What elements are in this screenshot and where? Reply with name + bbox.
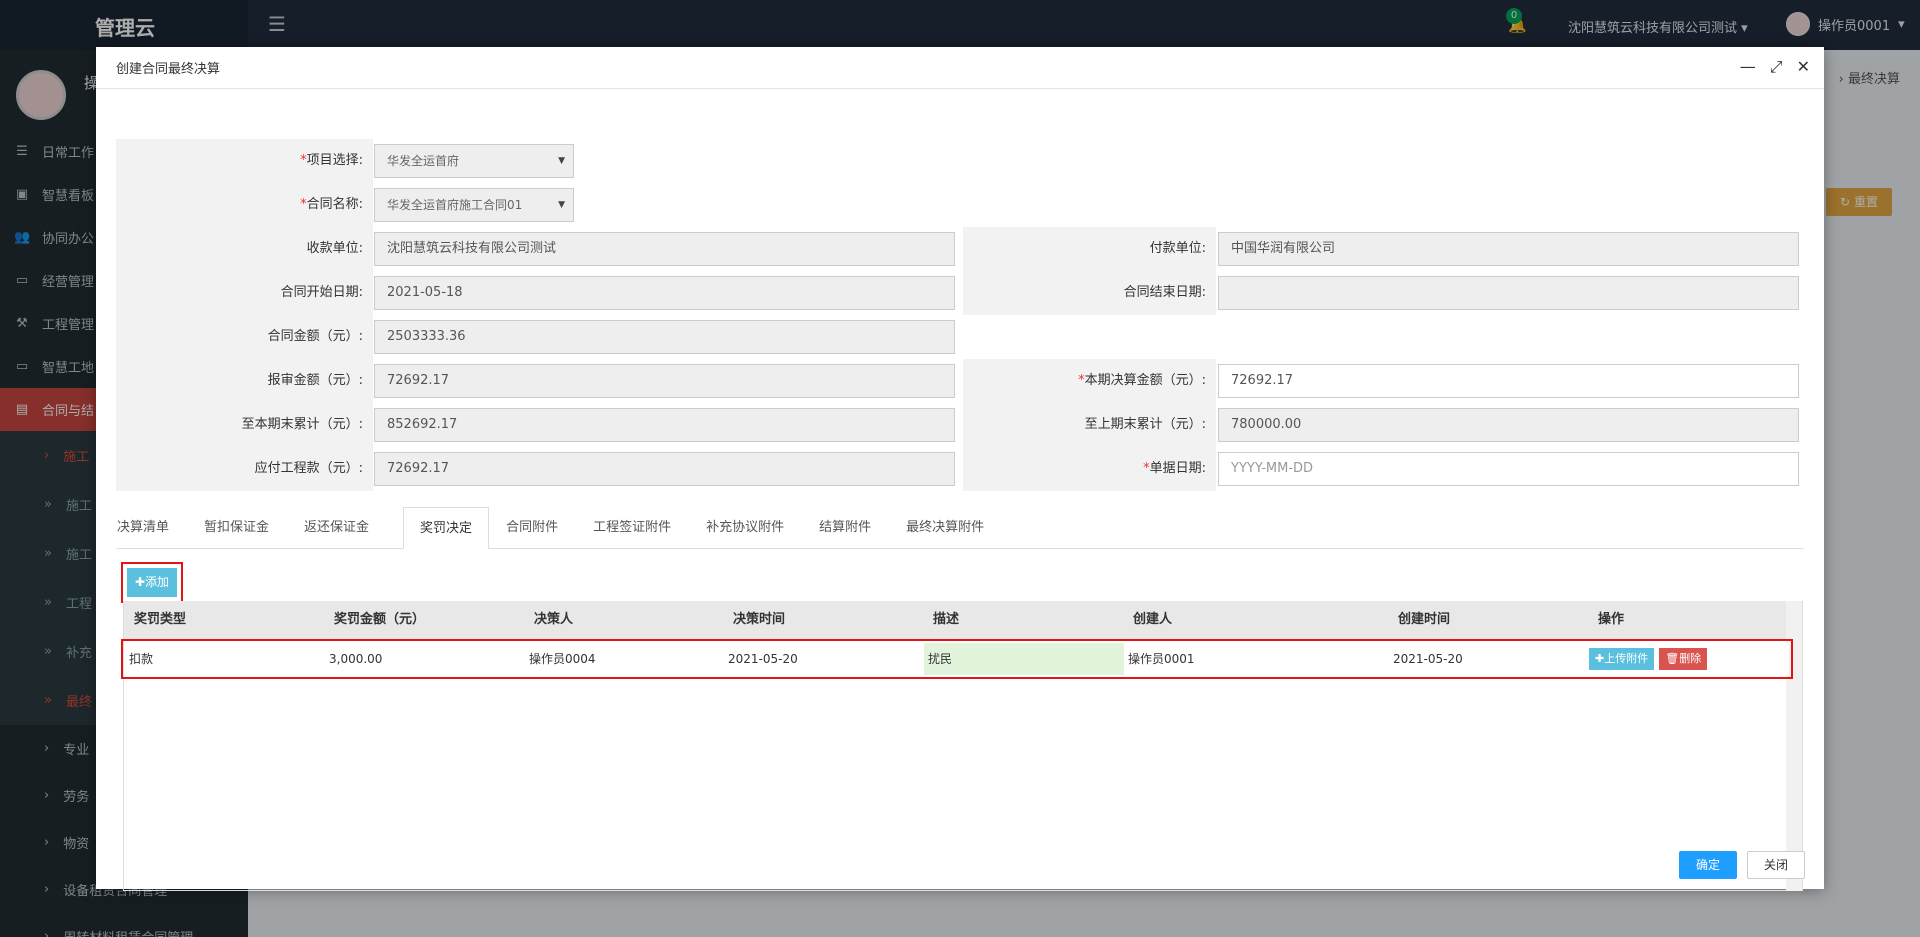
doc-date-label: *单据日期: (963, 447, 1216, 491)
payer-label: 付款单位: (963, 227, 1216, 271)
start-date-field: 2021-05-18 (374, 276, 955, 310)
contract-name-select[interactable]: 华发全运首府施工合同01 ▼ (374, 188, 574, 222)
column-header: 奖罚金额（元） (334, 612, 426, 627)
end-date-label: 合同结束日期: (963, 271, 1216, 315)
column-header: 创建人 (1133, 612, 1173, 627)
end-date-field (1218, 276, 1799, 310)
tab-withheld-deposit[interactable]: 暂扣保证金 (203, 507, 287, 549)
column-header: 操作 (1598, 612, 1625, 627)
delete-button[interactable]: 🗑删除 (1659, 648, 1708, 670)
cumulative-to-now-field: 852692.17 (374, 408, 955, 442)
cell-created-time: 2021-05-20 (1393, 652, 1463, 666)
tab-returned-deposit[interactable]: 返还保证金 (303, 507, 387, 549)
maximize-icon[interactable]: ⤢ (1770, 57, 1783, 77)
contract-name-value: 华发全运首府施工合同01 (387, 198, 523, 212)
doc-date-input[interactable]: YYYY-MM-DD (1218, 452, 1799, 486)
modal-title: 创建合同最终决算 (116, 62, 221, 77)
modal-header: 创建合同最终决算 (96, 47, 1824, 89)
column-header: 奖罚类型 (134, 612, 187, 627)
close-icon[interactable]: ✕ (1797, 57, 1810, 77)
reward-penalty-table: 奖罚类型 奖罚金额（元） 决策人 决策时间 描述 创建人 创建时间 操作 扣款 … (121, 601, 1803, 891)
minimize-icon[interactable]: — (1740, 57, 1756, 77)
settlement-form: *项目选择: 华发全运首府 ▼ *合同名称: 华发全运首府施工合同01 ▼ 收款单位… (116, 139, 1801, 491)
project-select-value: 华发全运首府 (387, 154, 460, 168)
upload-label: 上传附件 (1604, 652, 1649, 665)
start-date-label: 合同开始日期: (116, 271, 373, 315)
cumulative-prev-field: 780000.00 (1218, 408, 1799, 442)
row-highlight: 扣款 3,000.00 操作员0004 2021-05-20 扰民 操作员000… (121, 639, 1793, 679)
add-button-label: 添加 (145, 575, 170, 589)
create-settlement-modal: 创建合同最终决算 — ⤢ ✕ *项目选择: 华发全运首府 ▼ *合同名称: 华发全… (96, 47, 1824, 891)
current-settlement-input[interactable]: 72692.17 (1218, 364, 1799, 398)
contract-name-label: *合同名称: (116, 183, 373, 227)
column-header: 决策人 (534, 612, 574, 627)
settlement-tabs: 决算清单 暂扣保证金 返还保证金 奖罚决定 合同附件 工程签证附件 补充协议附件… (116, 507, 1804, 549)
close-button[interactable]: 关闭 (1747, 851, 1805, 879)
reported-amount-field: 72692.17 (374, 364, 955, 398)
contract-amount-label: 合同金额（元）: (116, 315, 373, 359)
table-row[interactable]: 扣款 3,000.00 操作员0004 2021-05-20 扰民 操作员000… (125, 643, 1789, 675)
add-button-highlight: ✚添加 (121, 562, 183, 603)
contract-amount-field: 2503333.36 (374, 320, 955, 354)
payable-field: 72692.17 (374, 452, 955, 486)
plus-icon: ✚ (134, 575, 146, 589)
add-button[interactable]: ✚添加 (127, 568, 177, 597)
project-select[interactable]: 华发全运首府 ▼ (374, 144, 574, 178)
current-settlement-label: *本期决算金额（元）: (963, 359, 1216, 403)
cell-creator: 操作员0001 (1128, 652, 1195, 666)
payable-label: 应付工程款（元）: (116, 447, 373, 491)
caret-down-icon: ▼ (558, 200, 565, 210)
payee-field: 沈阳慧筑云科技有限公司测试 (374, 232, 955, 266)
cell-decision-time: 2021-05-20 (728, 652, 798, 666)
tab-settlement-list[interactable]: 决算清单 (116, 507, 187, 549)
cell-description: 扰民 (924, 643, 1124, 675)
cell-amount: 3,000.00 (329, 652, 383, 666)
cumulative-prev-label: 至上期末累计（元）: (963, 403, 1216, 447)
trash-icon: 🗑 (1665, 652, 1680, 665)
delete-label: 删除 (1679, 652, 1702, 665)
project-label: *项目选择: (116, 139, 373, 183)
tab-supplement-attachment[interactable]: 补充协议附件 (705, 507, 802, 549)
plus-icon: ✚ (1595, 652, 1605, 665)
confirm-button[interactable]: 确定 (1679, 851, 1737, 879)
tab-visa-attachment[interactable]: 工程签证附件 (592, 507, 689, 549)
column-header: 描述 (933, 612, 960, 627)
cell-type: 扣款 (129, 652, 154, 666)
tab-reward-penalty[interactable]: 奖罚决定 (403, 507, 490, 549)
tab-contract-attachment[interactable]: 合同附件 (505, 507, 576, 549)
payer-field: 中国华润有限公司 (1218, 232, 1799, 266)
reported-amount-label: 报审金额（元）: (116, 359, 373, 403)
cell-decider: 操作员0004 (529, 652, 596, 666)
table-header: 奖罚类型 奖罚金额（元） 决策人 决策时间 描述 创建人 创建时间 操作 (124, 601, 1787, 639)
tab-final-settlement-attachment[interactable]: 最终决算附件 (905, 507, 1002, 549)
caret-down-icon: ▼ (558, 156, 565, 166)
cell-operations: ✚上传附件 🗑删除 (1589, 648, 1708, 670)
column-header: 决策时间 (733, 612, 786, 627)
tab-settlement-attachment[interactable]: 结算附件 (818, 507, 889, 549)
payee-label: 收款单位: (116, 227, 373, 271)
upload-attachment-button[interactable]: ✚上传附件 (1589, 648, 1655, 670)
modal-window-controls: — ⤢ ✕ (1740, 57, 1810, 77)
column-header: 创建时间 (1398, 612, 1451, 627)
cumulative-to-now-label: 至本期末累计（元）: (116, 403, 373, 447)
